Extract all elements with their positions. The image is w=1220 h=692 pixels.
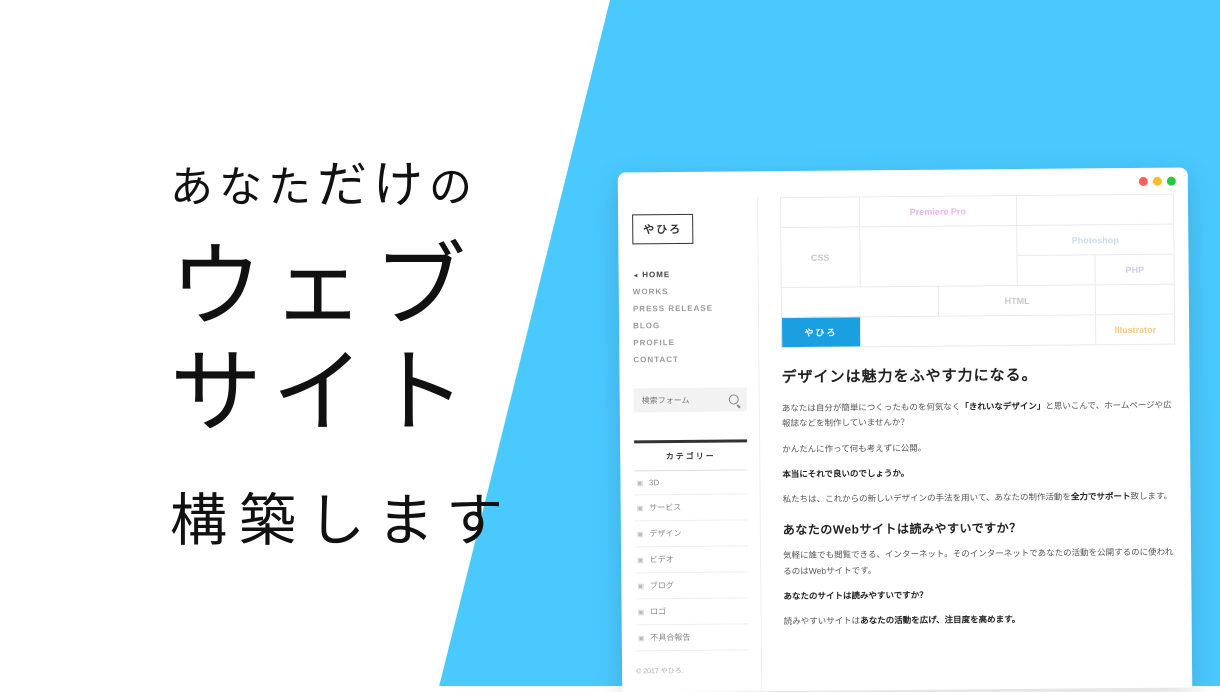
article-paragraph: 私たちは、これからの新しいデザインの手法を用いて、あなたの制作活動を全力でサポー… <box>783 489 1177 508</box>
close-icon[interactable] <box>1139 176 1148 185</box>
category-list: 3D サービス デザイン ビデオ ブログ ロゴ 不具合報告 <box>634 470 749 651</box>
grid-cell <box>781 286 938 317</box>
nav-works[interactable]: WORKS <box>633 282 746 300</box>
hero-slogan: あなただけの ウェブ サイト 構築します <box>170 145 515 557</box>
slogan-line1-pre: あなた <box>170 164 317 212</box>
article-paragraph: あなたは自分が簡単につくったものを何気なく「きれいなデザイン」と思いこんで、ホー… <box>782 398 1176 432</box>
search-form[interactable] <box>634 387 747 412</box>
grid-cell <box>1016 254 1095 285</box>
grid-cell <box>1016 194 1173 225</box>
grid-brand: やひろ <box>781 316 860 347</box>
article-paragraph: 気軽に誰でも閲覧できる、インターネット。そのインターネットであなたの活動を公開す… <box>783 545 1177 579</box>
article-paragraph: 本当にそれで良いのでしょうか。 <box>782 464 1176 483</box>
minimize-icon[interactable] <box>1153 176 1162 185</box>
nav-contact[interactable]: CONTACT <box>633 350 746 368</box>
category-item[interactable]: サービス <box>635 494 748 521</box>
nav-home[interactable]: HOME <box>633 265 746 283</box>
slogan-line2: ウェブ <box>170 235 515 341</box>
category-item[interactable]: ロゴ <box>635 598 748 625</box>
browser-window: やひろ HOME WORKS PRESS RELEASE BLOG PROFIL… <box>618 168 1193 692</box>
nav-press-release[interactable]: PRESS RELEASE <box>633 299 746 317</box>
grid-illustrator: Illustrator <box>1095 314 1174 345</box>
main-content: Premiere Pro CSS Photoshop PHP HTML やひろ … <box>758 194 1192 692</box>
search-input[interactable] <box>642 395 722 405</box>
slogan-line3: サイト <box>170 341 515 447</box>
category-item[interactable]: 不具合報告 <box>636 624 749 651</box>
category-heading: カテゴリー <box>634 439 747 471</box>
article-heading: デザインは魅力をふやす力になる。 <box>781 363 1175 387</box>
category-item[interactable]: デザイン <box>635 520 748 547</box>
slogan-line1-post: の <box>429 164 478 212</box>
copyright: © 2017 やひろ. <box>636 657 749 684</box>
nav-profile[interactable]: PROFILE <box>633 333 746 351</box>
article-subheading: あなたのWebサイトは読みやすいですか？ <box>783 518 1177 538</box>
grid-photoshop: Photoshop <box>1016 224 1173 255</box>
grid-cell <box>860 314 1096 346</box>
primary-nav: HOME WORKS PRESS RELEASE BLOG PROFILE CO… <box>633 265 747 368</box>
grid-php: PHP <box>1095 254 1174 285</box>
article-paragraph: かんたんに作って何も考えずに公開。 <box>782 438 1176 457</box>
grid-cell <box>780 196 859 227</box>
grid-css: CSS <box>780 226 859 287</box>
skills-grid: Premiere Pro CSS Photoshop PHP HTML やひろ … <box>780 194 1175 348</box>
article-paragraph: 読みやすいサイトはあなたの活動を広げ、注目度を高めます。 <box>784 611 1178 630</box>
grid-cell <box>859 225 1017 286</box>
grid-html: HTML <box>938 284 1095 315</box>
article-paragraph: あなたのサイトは読みやすいですか？ <box>783 586 1177 605</box>
search-icon[interactable] <box>729 394 739 404</box>
category-item[interactable]: ブログ <box>635 572 748 599</box>
maximize-icon[interactable] <box>1167 176 1176 185</box>
category-item[interactable]: ビデオ <box>635 546 748 573</box>
nav-blog[interactable]: BLOG <box>633 316 746 334</box>
slogan-line1-highlight: だけ <box>317 145 429 217</box>
category-item[interactable]: 3D <box>634 470 747 495</box>
sidebar: やひろ HOME WORKS PRESS RELEASE BLOG PROFIL… <box>618 197 762 692</box>
site-logo[interactable]: やひろ <box>632 214 693 245</box>
slogan-line4: 構築します <box>170 475 515 557</box>
grid-cell <box>1095 284 1174 315</box>
grid-premiere: Premiere Pro <box>859 195 1016 226</box>
